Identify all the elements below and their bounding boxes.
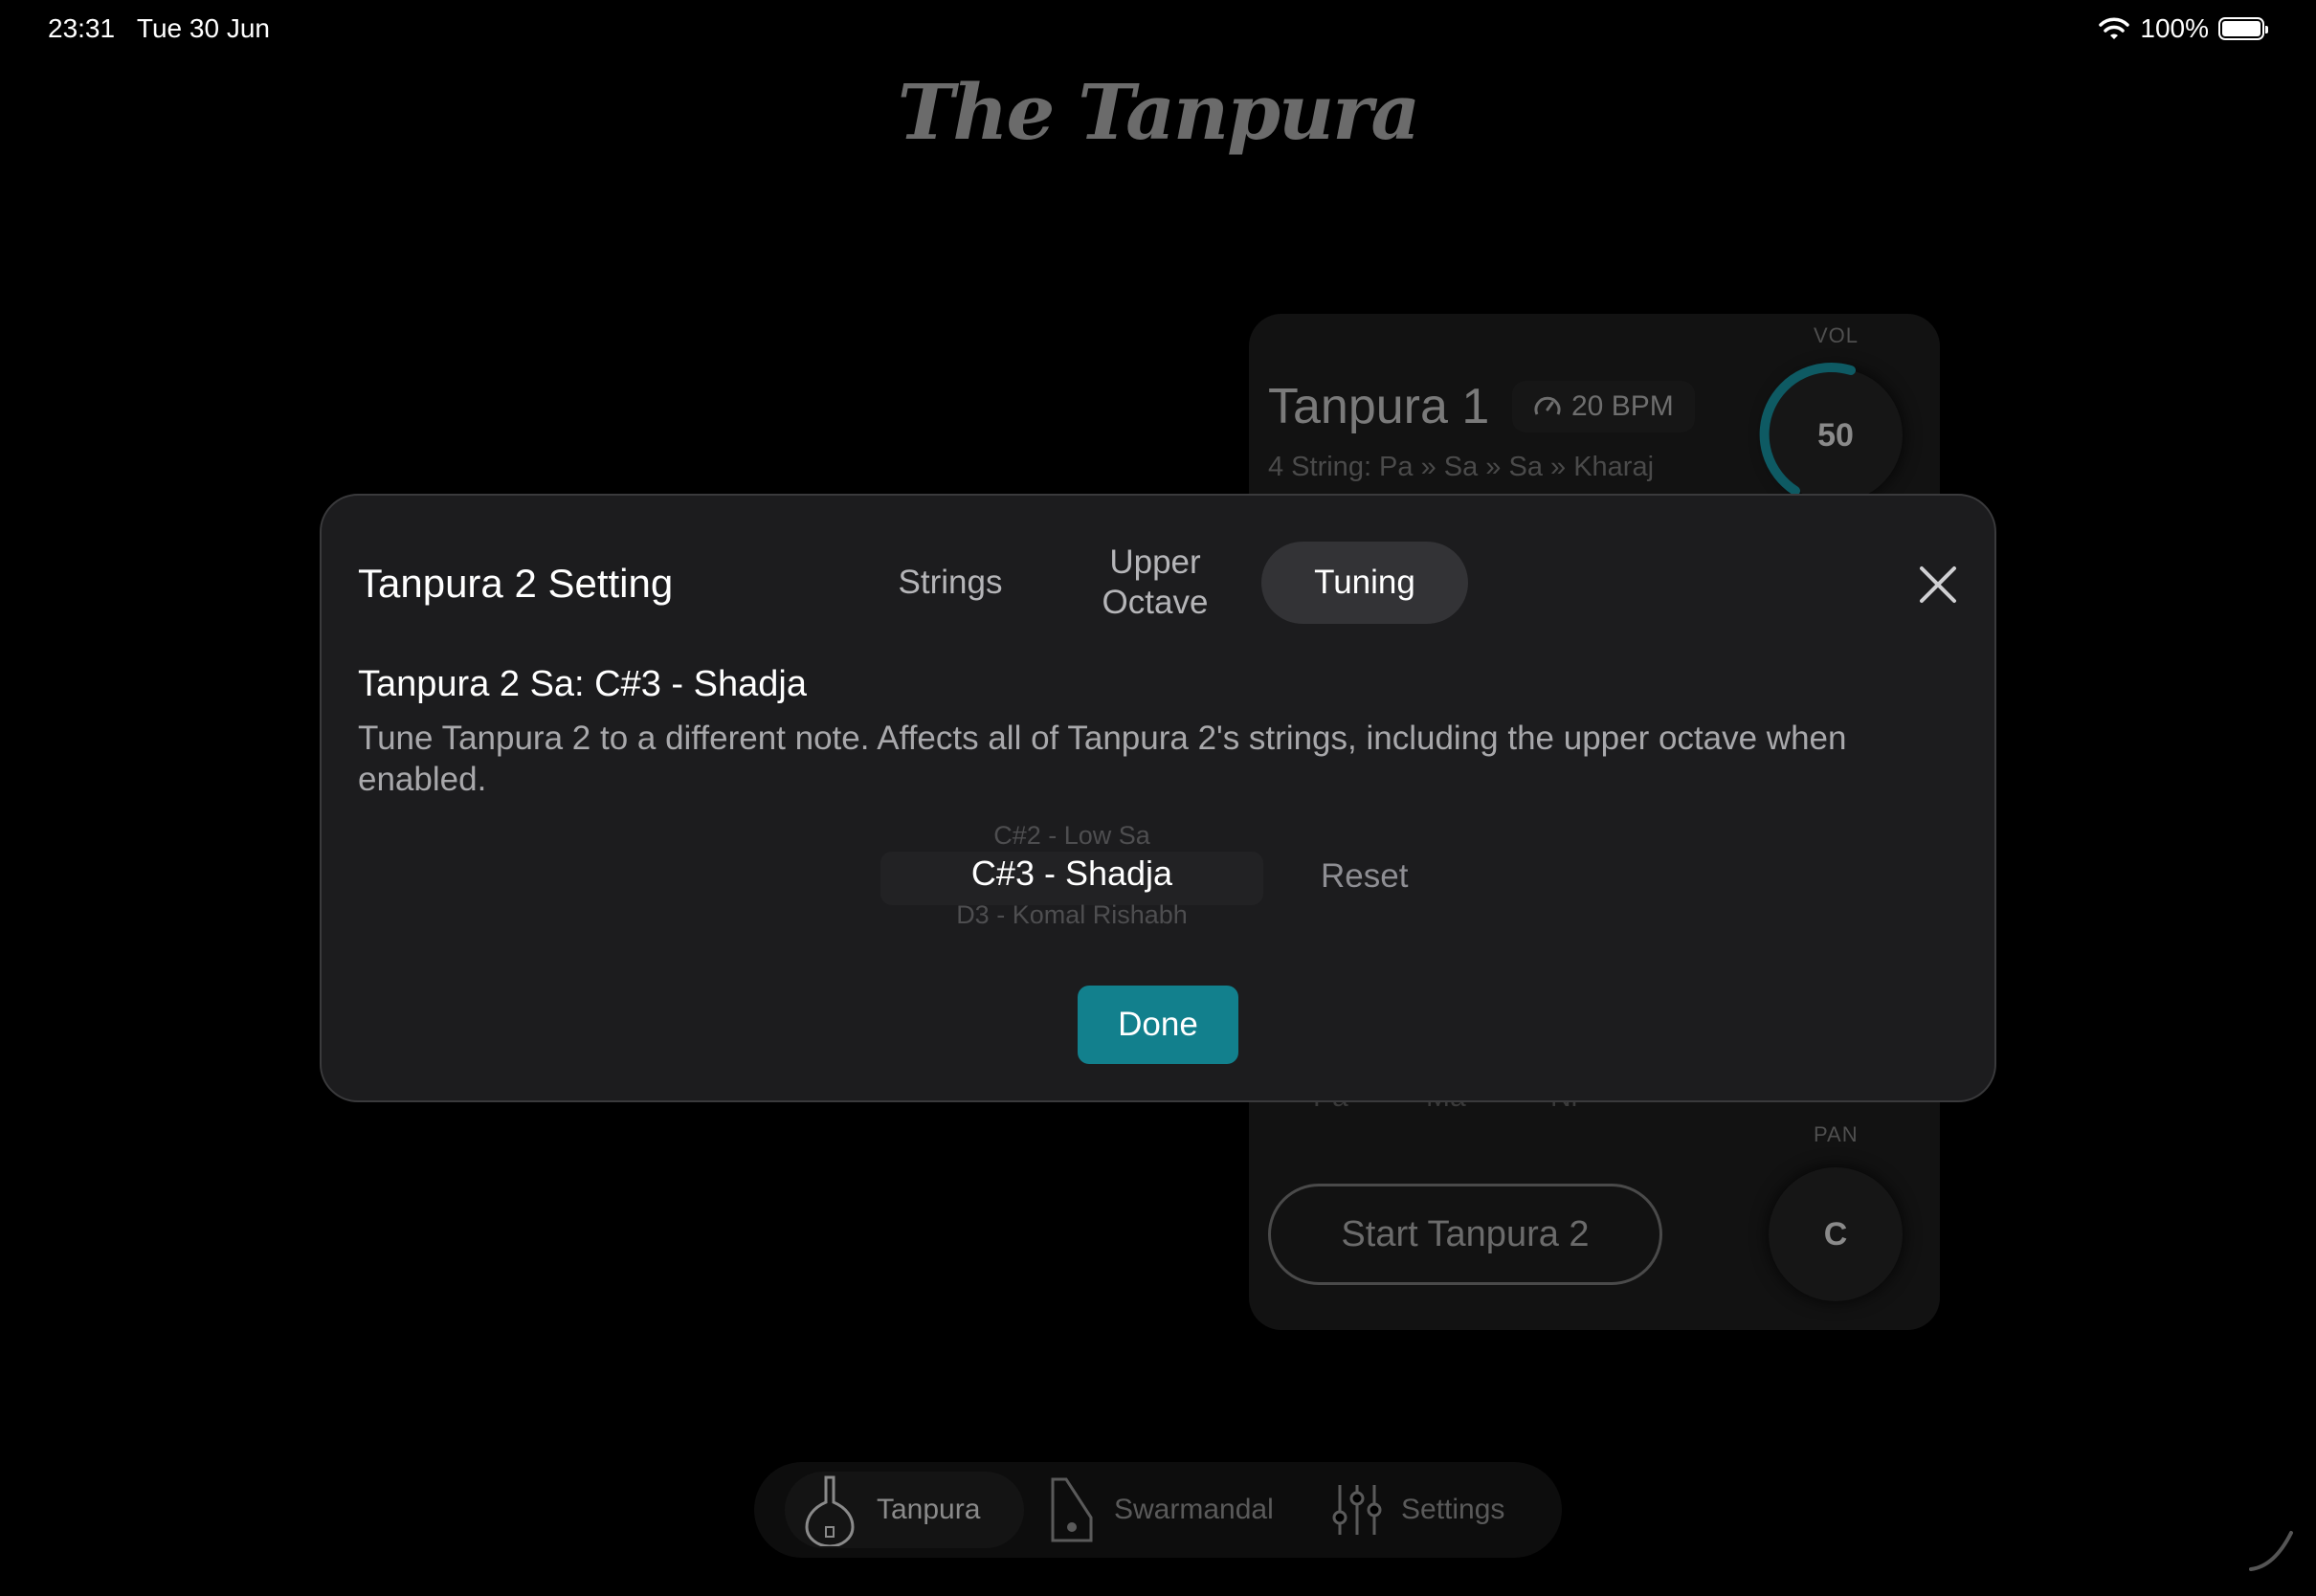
reset-button[interactable]: Reset	[1321, 857, 1408, 896]
status-bar-left: 23:31 Tue 30 Jun	[48, 13, 270, 44]
tab-settings[interactable]: Settings	[1330, 1474, 1504, 1546]
start-tanpura-2-button[interactable]: Start Tanpura 2	[1268, 1184, 1662, 1285]
vol-label: VOL	[1814, 323, 1859, 347]
pan-label: PAN	[1814, 1122, 1859, 1146]
pan-value: C	[1823, 1215, 1848, 1252]
volume-knob[interactable]: 50	[1759, 362, 1903, 502]
tab-label-swarmandal: Swarmandal	[1114, 1494, 1274, 1525]
speedometer-icon	[1534, 396, 1561, 415]
settings-tabs: Strings Upper Octave Tuning	[865, 542, 1468, 628]
tab-label-tanpura: Tanpura	[877, 1494, 981, 1525]
tab-strings[interactable]: Strings	[865, 542, 1036, 624]
tanpura-card-title: Tanpura 1	[1268, 379, 1490, 434]
modal-title: Tanpura 2 Setting	[358, 561, 674, 606]
tanpura-icon	[805, 1475, 855, 1546]
pan-knob[interactable]: C	[1769, 1167, 1903, 1301]
tab-swarmandal[interactable]: Swarmandal	[1047, 1474, 1274, 1546]
status-time: 23:31	[48, 13, 116, 43]
bpm-value: 20 BPM	[1571, 390, 1674, 422]
battery-percent: 100%	[2140, 13, 2209, 43]
tuning-description: Tune Tanpura 2 to a different note. Affe…	[358, 720, 1847, 798]
app-logo: The Tanpura	[897, 67, 1420, 157]
bpm-chip[interactable]: 20 BPM	[1512, 381, 1695, 432]
picker-option-next[interactable]: D3 - Komal Rishabh	[880, 900, 1263, 930]
battery-icon	[2218, 17, 2268, 40]
tab-upper-octave[interactable]: Upper Octave	[1055, 542, 1256, 624]
volume-ring-icon	[1759, 362, 1856, 496]
tab-tuning[interactable]: Tuning	[1261, 542, 1468, 624]
tab-tanpura[interactable]: Tanpura	[800, 1474, 980, 1546]
scribble-handle-icon	[2249, 1531, 2293, 1571]
status-date: Tue 30 Jun	[136, 13, 270, 43]
status-bar-right: 100%	[2098, 13, 2268, 44]
swarmandal-icon	[1051, 1477, 1093, 1542]
strings-summary: 4 String: Pa » Sa » Sa » Kharaj	[1268, 452, 1655, 482]
picker-option-selected[interactable]: C#3 - Shadja	[880, 853, 1263, 894]
tab-label-settings: Settings	[1401, 1494, 1505, 1525]
sliders-icon	[1332, 1485, 1382, 1535]
close-icon[interactable]	[1914, 561, 1962, 609]
done-button[interactable]: Done	[1078, 986, 1238, 1064]
picker-option-previous[interactable]: C#2 - Low Sa	[880, 821, 1263, 851]
wifi-icon	[2099, 17, 2130, 39]
sa-heading: Tanpura 2 Sa: C#3 - Shadja	[358, 664, 807, 704]
